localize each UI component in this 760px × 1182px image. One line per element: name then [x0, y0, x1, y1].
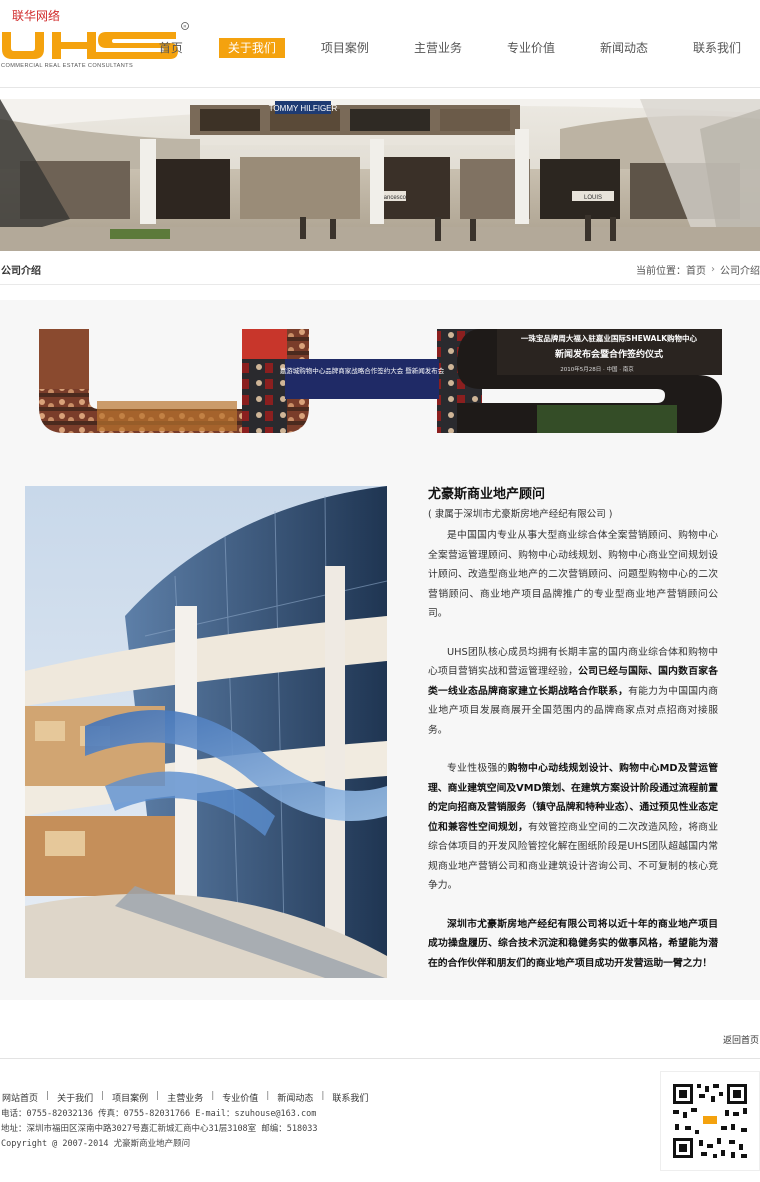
intro-paragraph-3: 专业性极强的购物中心动线规划设计、购物中心MD及营运管理、商业建筑空间及VMD策…	[428, 759, 718, 896]
p3-part-a: 专业性极强的	[447, 763, 508, 774]
banner-image: TOMMY HILFIGER Francesco LOUIS	[0, 99, 760, 251]
nav-projects[interactable]: 项目案例	[312, 38, 378, 58]
site-footer: 网站首页 | 关于我们 | 项目案例 | 主营业务 | 专业价值 | 新闻动态 …	[0, 1058, 760, 1182]
building-photo	[25, 486, 387, 978]
footer-address: 地址：深圳市福田区深南中路3027号嘉汇新城汇商中心31层3108室 邮编：51…	[1, 1124, 318, 1134]
company-name: 尤豪斯商业地产顾问	[428, 487, 546, 502]
footer-nav: 网站首页 | 关于我们 | 项目案例 | 主营业务 | 专业价值 | 新闻动态 …	[2, 1091, 368, 1104]
collage-caption-3: 新闻发布会暨合作签约仪式	[555, 348, 663, 360]
footer-separator: |	[101, 1091, 105, 1101]
footer-separator: |	[211, 1091, 215, 1101]
footer-separator: |	[321, 1091, 325, 1101]
nav-home[interactable]: 首页	[150, 38, 192, 58]
footer-separator: |	[156, 1091, 160, 1101]
intro-paragraph-1: 是中国国内专业从事大型商业综合体全案营销顾问、购物中心全案营运管理顾问、购物中心…	[428, 530, 718, 619]
main-nav: 首页 关于我们 项目案例 主营业务 专业价值 新闻动态 联系我们	[123, 38, 750, 58]
collage-caption-2: 一珠宝品牌周大福入驻嘉业国际SHEWALK购物中心	[521, 333, 698, 343]
back-home-link[interactable]: 返回首页	[723, 1033, 759, 1046]
nav-contact[interactable]: 联系我们	[684, 38, 750, 58]
nav-news[interactable]: 新闻动态	[591, 38, 657, 58]
footer-link-news[interactable]: 新闻动态	[277, 1091, 313, 1104]
logo-tagline: COMMERCIAL REAL ESTATE CONSULTANTS	[1, 63, 133, 69]
uhs-photo-collage: 嘉游城购物中心品牌商家战略合作签约大会 暨新闻发布会 一珠宝品牌周大福入驻嘉业国…	[39, 329, 722, 433]
breadcrumb-home[interactable]: 首页	[686, 262, 706, 277]
nav-business[interactable]: 主营业务	[405, 38, 471, 58]
collage-caption-1: 嘉游城购物中心品牌商家战略合作签约大会 暨新闻发布会	[280, 366, 445, 375]
mall-banner: TOMMY HILFIGER Francesco LOUIS	[0, 99, 760, 251]
footer-link-contact[interactable]: 联系我们	[332, 1091, 368, 1104]
company-subtitle: ( 隶属于深圳市尤豪斯房地产经纪有限公司 )	[428, 509, 613, 520]
qr-code	[660, 1071, 760, 1171]
site-header: 联华网络 R COMMERCIAL REAL ESTATE CONSULTANT…	[0, 0, 760, 88]
footer-separator: |	[46, 1091, 50, 1101]
footer-contact: 电话：0755-82032136 传真：0755-82031766 E-mail…	[1, 1109, 317, 1119]
banner-sign-tommy: TOMMY HILFIGER	[269, 104, 338, 113]
footer-link-projects[interactable]: 项目案例	[112, 1091, 148, 1104]
nav-value[interactable]: 专业价值	[498, 38, 564, 58]
breadcrumb-current: 公司介绍	[720, 266, 760, 277]
breadcrumb-prefix: 当前位置：	[636, 266, 686, 277]
section-title: 公司介绍	[1, 266, 41, 277]
about-content: 嘉游城购物中心品牌商家战略合作签约大会 暨新闻发布会 一珠宝品牌周大福入驻嘉业国…	[0, 300, 760, 1000]
footer-link-business[interactable]: 主营业务	[167, 1091, 203, 1104]
footer-copyright: Copyright @ 2007-2014 尤豪斯商业地产顾问	[1, 1139, 191, 1149]
footer-link-home[interactable]: 网站首页	[2, 1091, 38, 1104]
footer-link-about[interactable]: 关于我们	[57, 1091, 93, 1104]
banner-sign-louis: LOUIS	[584, 195, 602, 201]
footer-link-value[interactable]: 专业价值	[222, 1091, 258, 1104]
footer-separator: |	[266, 1091, 270, 1101]
intro-paragraph-4: 深圳市尤豪斯房地产经纪有限公司将以近十年的商业地产项目成功操盘履历、综合技术沉淀…	[428, 915, 718, 974]
chevron-right-icon: ›	[711, 264, 715, 275]
nav-about[interactable]: 关于我们	[218, 38, 285, 58]
collage-caption-4: 2010年5月28日 · 中国 · 南京	[560, 365, 634, 373]
qr-code-icon	[661, 1072, 759, 1170]
breadcrumb-bar: 公司介绍 当前位置： 首页 › 公司介绍	[0, 251, 760, 285]
p4-text: 深圳市尤豪斯房地产经纪有限公司将以近十年的商业地产项目成功操盘履历、综合技术沉淀…	[428, 918, 718, 969]
logo-registered: R	[184, 24, 187, 29]
company-intro: 尤豪斯商业地产顾问 ( 隶属于深圳市尤豪斯房地产经纪有限公司 ) 是中国国内专业…	[428, 486, 718, 992]
intro-paragraph-2: UHS团队核心成员均拥有长期丰富的国内商业综合体和购物中心项目营销实战和营运管理…	[428, 643, 718, 741]
breadcrumb: 当前位置： 首页 › 公司介绍	[636, 262, 760, 277]
